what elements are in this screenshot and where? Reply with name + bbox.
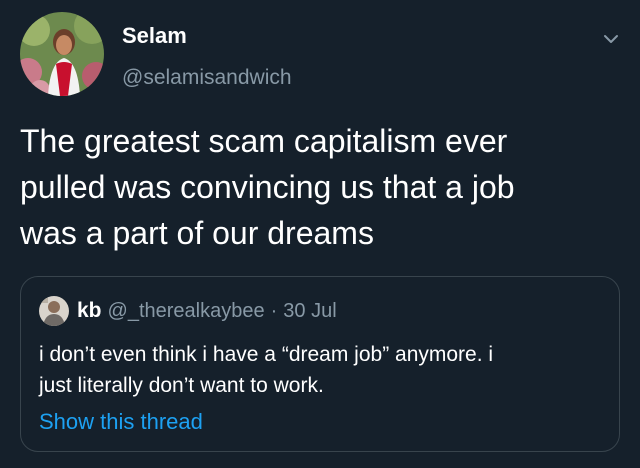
tweet-card: Selam @selamisandwich The greatest scam …	[0, 0, 640, 468]
author-avatar[interactable]	[20, 12, 104, 96]
quoted-tweet[interactable]: kb @_therealkaybee · 30 Jul i don’t even…	[20, 276, 620, 452]
chevron-down-icon[interactable]	[600, 28, 622, 50]
avatar-photo	[20, 12, 104, 96]
quoted-handle[interactable]: @_therealkaybee	[108, 300, 265, 323]
quoted-tweet-text: i don’t even think i have a “dream job” …	[39, 343, 494, 397]
quoted-date[interactable]: 30 Jul	[283, 300, 336, 323]
author-display-name[interactable]: Selam	[122, 22, 292, 50]
quoted-tweet-header: kb @_therealkaybee · 30 Jul	[39, 295, 337, 327]
header-separator: ·	[270, 299, 278, 322]
quoted-display-name[interactable]: kb	[77, 299, 102, 323]
tweet-text: The greatest scam capitalism ever pulled…	[20, 123, 515, 251]
author-handle[interactable]: @selamisandwich	[122, 64, 292, 92]
quoted-author-avatar	[39, 296, 69, 326]
author-info: Selam @selamisandwich	[122, 22, 292, 92]
show-thread-link[interactable]: Show this thread	[39, 407, 203, 437]
